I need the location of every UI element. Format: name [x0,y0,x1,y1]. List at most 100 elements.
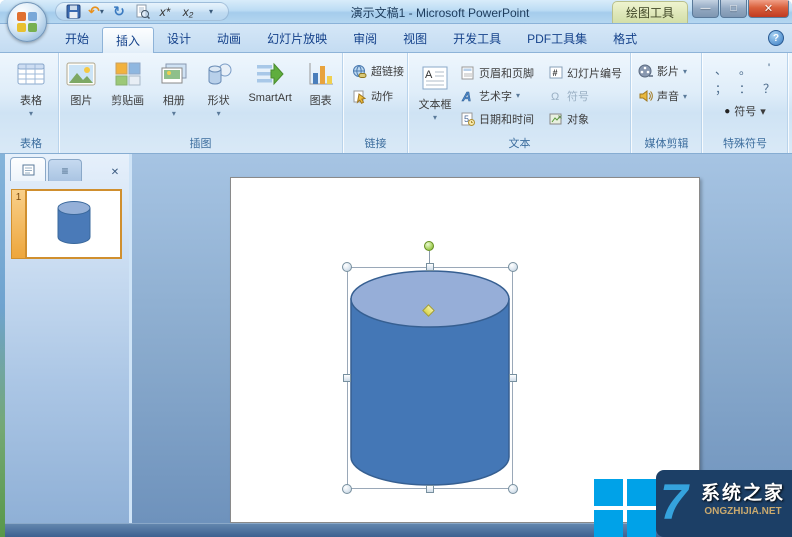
resize-handle-left[interactable] [343,374,351,382]
action-button[interactable]: 动作 [352,88,407,104]
ribbon-tab-row: 开始 插入 设计 动画 幻灯片放映 审阅 视图 开发工具 PDF工具集 格式 ? [0,24,792,53]
tab-insert[interactable]: 插入 [102,27,154,53]
office-button[interactable] [7,2,47,42]
outline-tab[interactable]: ≡ [48,159,82,181]
customize-qat-button[interactable]: ▾ [202,3,220,20]
slide-number: 1 [11,189,25,259]
table-button[interactable]: 表格 ▾ [4,53,58,118]
dropdown-arrow-icon: ▾ [433,113,437,122]
panel-close-button[interactable]: ✕ [107,165,123,181]
undo-button[interactable]: ↶▾ [87,3,105,20]
resize-handle-top-left[interactable] [342,262,352,272]
symbol-cell[interactable]: 、 [709,61,733,80]
symbol-button[interactable]: Ω 符号 [549,84,622,107]
symbol-grid: 、 。 ' ； ： ？ [703,53,787,99]
resize-handle-bottom[interactable] [426,485,434,493]
resize-handle-top-right[interactable] [508,262,518,272]
slides-tab[interactable] [10,157,46,181]
print-preview-icon [135,4,150,19]
slide-number-icon: # [549,66,563,80]
header-footer-icon [461,66,475,80]
tab-review[interactable]: 审阅 [340,26,390,52]
shapes-button[interactable]: 形状 ▾ [204,53,234,118]
symbol-cell[interactable]: 。 [733,61,757,80]
special-symbol-button[interactable]: ● 符号 ▾ [703,103,787,119]
group-label-special-symbols: 特殊符号 [703,135,787,151]
ribbon-group-table: 表格 ▾ 表格 [4,53,59,153]
object-icon [549,112,563,126]
symbol-cell[interactable]: ： [733,80,757,99]
chart-button[interactable]: 图表 [307,53,335,118]
dropdown-arrow-icon: ▾ [217,109,221,118]
symbol-cell[interactable]: ' [757,61,781,80]
tab-design[interactable]: 设计 [154,26,204,52]
tab-developer[interactable]: 开发工具 [440,26,514,52]
table-icon [16,59,46,89]
save-button[interactable] [64,3,82,20]
maximize-button[interactable]: □ [720,0,747,18]
tab-format[interactable]: 格式 [600,26,650,52]
date-time-button[interactable]: 5 日期和时间 [461,107,534,130]
dropdown-arrow-icon: ▾ [683,92,687,101]
movie-button[interactable]: 影片 ▾ [638,63,701,79]
rotation-handle[interactable] [424,241,434,251]
powerpoint-window: ↶▾ ↻ x* x₂ ▾ 演示文稿1 - Microsoft PowerPoin… [0,0,792,537]
tab-home[interactable]: 开始 [52,26,102,52]
resize-handle-top[interactable] [426,263,434,271]
minimize-button[interactable]: — [692,0,719,18]
slide-thumbnail-row: 1 [11,189,127,259]
hyperlink-button[interactable]: 超链接 [352,63,407,79]
group-label-links: 链接 [344,135,407,151]
ribbon-group-illustrations: 图片 剪贴画 相册 ▾ [59,53,343,153]
resize-handle-bottom-right[interactable] [508,484,518,494]
wordart-icon: A [461,89,475,103]
watermark-band: 7 系统之家 ONGZHIJIA.NET [656,470,792,537]
resize-handle-right[interactable] [509,374,517,382]
subscript-button[interactable]: x₂ [179,3,197,20]
picture-button[interactable]: 图片 [66,53,96,118]
photo-album-button[interactable]: 相册 ▾ [159,53,189,118]
smartart-button[interactable]: SmartArt [248,53,291,118]
resize-handle-bottom-left[interactable] [342,484,352,494]
superscript-button[interactable]: x* [156,3,174,20]
slide-thumbnail[interactable] [25,189,122,259]
tab-animations[interactable]: 动画 [204,26,254,52]
clipart-button[interactable]: 剪贴画 [111,53,144,118]
sound-button[interactable]: 声音 ▾ [638,88,701,104]
tab-slideshow[interactable]: 幻灯片放映 [254,26,340,52]
print-preview-button[interactable] [133,3,151,20]
window-title: 演示文稿1 - Microsoft PowerPoint [300,4,580,21]
wordart-button[interactable]: A 艺术字 ▾ [461,84,534,107]
dropdown-arrow-icon: ▾ [683,67,687,76]
slide-number-button[interactable]: # 幻灯片编号 [549,61,622,84]
svg-text:A: A [425,69,433,81]
action-icon [352,89,367,104]
chart-icon [307,59,335,89]
tab-pdf-tools[interactable]: PDF工具集 [514,26,600,52]
selection-outline [347,267,513,489]
symbol-cell[interactable]: ； [709,80,733,99]
redo-button[interactable]: ↻ [110,3,128,20]
header-footer-button[interactable]: 页眉和页脚 [461,61,534,84]
slides-tab-icon [22,164,35,176]
group-label-media: 媒体剪辑 [632,135,701,151]
tab-view[interactable]: 视图 [390,26,440,52]
close-button[interactable]: ✕ [748,0,789,18]
title-bar: ↶▾ ↻ x* x₂ ▾ 演示文稿1 - Microsoft PowerPoin… [0,0,792,24]
ribbon-group-links: 超链接 动作 链接 [344,53,408,153]
help-button[interactable]: ? [768,30,784,46]
photo-album-icon [159,59,189,89]
watermark-brand: 系统之家 [696,478,790,505]
save-icon [66,4,81,19]
window-controls: — □ ✕ [692,0,789,18]
group-label-table: 表格 [4,135,58,151]
textbox-button[interactable]: A 文本框 ▾ [413,57,457,122]
office-logo-icon [17,12,37,32]
slides-panel: ≡ ✕ 1 [5,154,132,523]
drawing-tools-chip: 绘图工具 [612,1,688,23]
watermark-domain: ONGZHIJIA.NET [696,506,790,517]
object-button[interactable]: 对象 [549,107,622,130]
symbol-cell[interactable]: ？ [757,80,781,99]
group-label-text: 文本 [409,135,630,151]
quick-access-toolbar: ↶▾ ↻ x* x₂ ▾ [55,2,229,21]
